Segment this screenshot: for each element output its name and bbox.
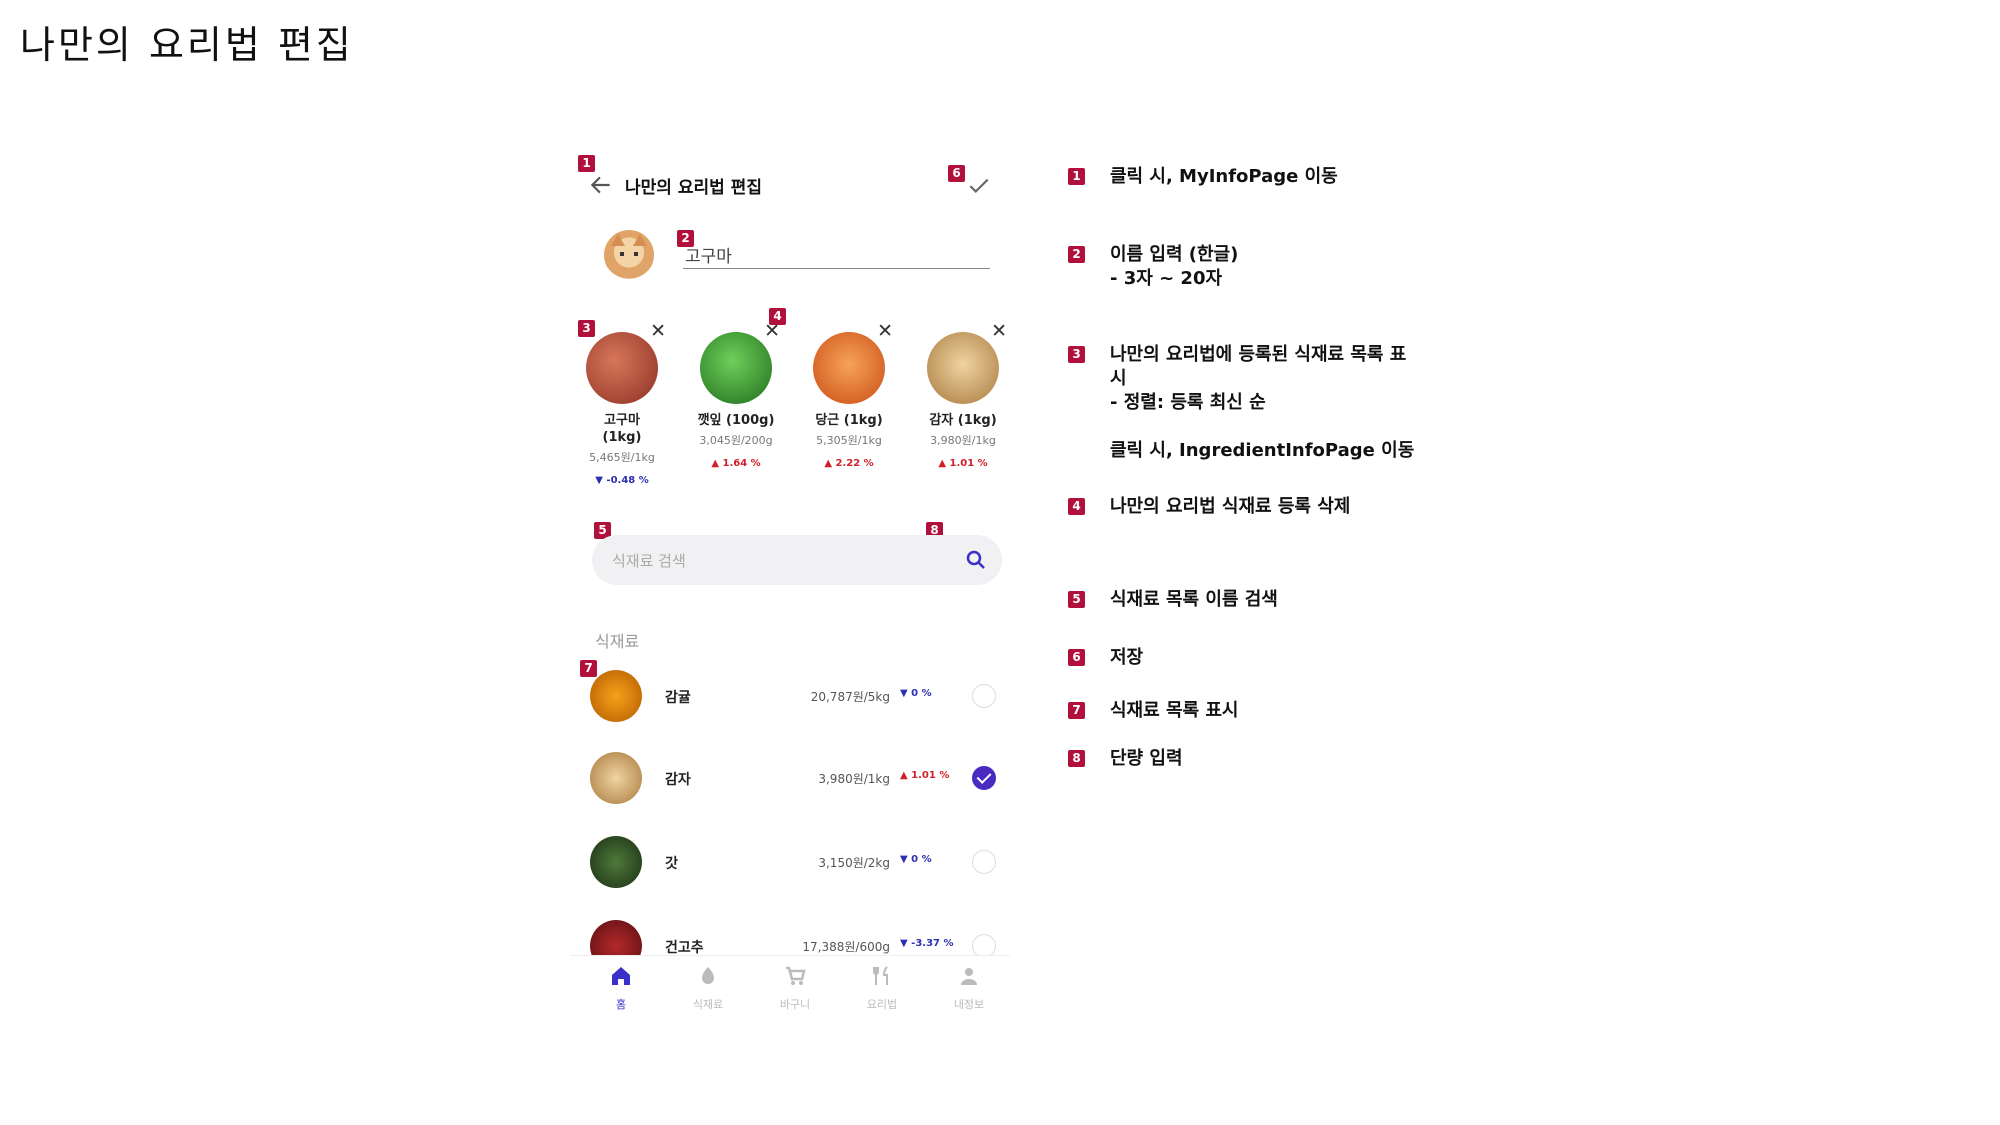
recipe-icon [873,966,888,985]
selected-change: ▼ -0.48 % [595,475,649,486]
home-icon [612,967,630,985]
remove-icon[interactable]: ✕ [764,320,780,342]
selected-item[interactable]: ✕ 감자 (1kg) 3,980원/1kg ▲ 1.01 % [913,320,1013,469]
item-change: ▼ 0 % [900,854,932,865]
note-marker: 3 [1068,346,1085,363]
selected-price: 3,045원/200g [699,434,773,447]
ingredient-list: 감귤 20,787원/5kg ▼ 0 % 감자 3,980원/1kg ▲ 1.0… [570,665,1010,955]
item-change: ▲ 1.01 % [900,770,950,781]
avatar [604,230,654,280]
carrot-image [813,332,885,404]
dried-chili-image [590,920,642,955]
item-price: 20,787원/5kg [810,690,890,704]
cart-icon [786,966,806,985]
select-checkbox[interactable] [972,850,996,874]
selected-price: 3,980원/1kg [930,434,996,447]
selected-price: 5,465원/1kg [589,451,655,464]
sweet-potato-image [586,332,658,404]
list-item[interactable]: 건고추 17,388원/600g ▼ -3.37 % [570,915,1010,955]
note-text: 나만의 요리법에 등록된 식재료 목록 표 시 - 정렬: 등록 최신 순 클릭… [1110,344,1415,461]
selected-item[interactable]: ✕ 당근 (1kg) 5,305원/1kg ▲ 2.22 % [799,320,899,469]
selected-change: ▲ 1.64 % [711,458,761,469]
item-price: 3,980원/1kg [818,772,890,786]
nav-ingredient[interactable]: 식재료 [678,964,738,1012]
marker-1: 1 [578,155,595,172]
note-marker: 6 [1068,649,1085,666]
potato-image [927,332,999,404]
phone-mockup: 1 나만의 요리법 편집 6 2 3 4 ✕ 고구마 (1kg) 5,465원/… [570,150,1010,1020]
item-change: ▼ 0 % [900,688,932,699]
select-checkbox[interactable] [972,684,996,708]
note-text: 이름 입력 (한글) - 3자 ~ 20자 [1110,244,1239,289]
bottom-nav: 홈 식재료 바구니 요리법 내정보 [570,955,1010,1016]
note-text: 클릭 시, MyInfoPage 이동 [1110,166,1338,187]
mustard-greens-image [590,836,642,888]
nav-label: 요리법 [866,998,898,1011]
list-item[interactable]: 갓 3,150원/2kg ▼ 0 % [570,831,1010,891]
note-text: 단량 입력 [1110,748,1183,769]
note-text: 나만의 요리법 식재료 등록 삭제 [1110,496,1351,517]
potato-image [590,752,642,804]
selected-change: ▲ 2.22 % [824,458,874,469]
nav-recipe[interactable]: 요리법 [852,964,912,1012]
note-marker: 4 [1068,498,1085,515]
back-arrow-icon[interactable] [588,172,614,198]
selected-item[interactable]: ✕ 깻잎 (100g) 3,045원/200g ▲ 1.64 % [686,320,786,469]
selected-name: 감자 (1kg) [929,413,997,428]
note-text: 식재료 목록 이름 검색 [1110,589,1278,610]
search-icon[interactable] [964,548,988,572]
nav-cart[interactable]: 바구니 [765,964,825,1012]
nav-label: 식재료 [692,998,724,1011]
item-name: 건고추 [665,940,704,955]
selected-name: 깻잎 (100g) [697,413,775,428]
note-text: 식재료 목록 표시 [1110,700,1239,721]
note-marker: 7 [1068,702,1085,719]
nav-my-info[interactable]: 내정보 [939,964,999,1012]
note-marker: 1 [1068,168,1085,185]
list-item[interactable]: 감귤 20,787원/5kg ▼ 0 % [570,665,1010,725]
selected-name: 당근 (1kg) [815,413,883,428]
remove-icon[interactable]: ✕ [877,320,893,342]
search-input[interactable] [610,535,944,587]
nav-home[interactable]: 홈 [591,964,651,1012]
remove-icon[interactable]: ✕ [650,320,666,342]
nav-label: 내정보 [953,998,985,1011]
item-change: ▼ -3.37 % [900,938,954,949]
ingredient-icon [702,967,714,984]
perilla-leaf-image [700,332,772,404]
nav-label: 바구니 [779,998,811,1011]
item-price: 3,150원/2kg [818,856,890,870]
marker-6: 6 [948,165,965,182]
select-checkbox[interactable] [972,766,996,790]
selected-item[interactable]: ✕ 고구마 (1kg) 5,465원/1kg ▼ -0.48 % [572,320,672,486]
selected-name: 고구마 (1kg) [602,413,642,445]
selected-ingredients: 3 4 ✕ 고구마 (1kg) 5,465원/1kg ▼ -0.48 % ✕ 깻… [570,308,1013,500]
item-name: 갓 [665,856,678,872]
person-icon [961,968,977,985]
save-check-icon[interactable] [966,172,992,198]
selected-price: 5,305원/1kg [816,434,882,447]
nav-label: 홈 [615,998,627,1011]
note-marker: 8 [1068,750,1085,767]
slide-title: 나만의 요리법 편집 [20,23,354,67]
note-marker: 2 [1068,246,1085,263]
item-name: 감귤 [665,690,691,706]
select-checkbox[interactable] [972,934,996,955]
page-title: 나만의 요리법 편집 [625,178,762,198]
recipe-name-input[interactable] [683,240,990,269]
remove-icon[interactable]: ✕ [991,320,1007,342]
section-label: 식재료 [595,632,640,651]
item-price: 17,388원/600g [802,940,890,954]
selected-change: ▲ 1.01 % [938,458,988,469]
list-item[interactable]: 감자 3,980원/1kg ▲ 1.01 % [570,747,1010,807]
search-bar [592,535,1002,587]
tangerine-image [590,670,642,722]
item-name: 감자 [665,772,691,788]
note-text: 저장 [1110,647,1144,668]
note-marker: 5 [1068,591,1085,608]
